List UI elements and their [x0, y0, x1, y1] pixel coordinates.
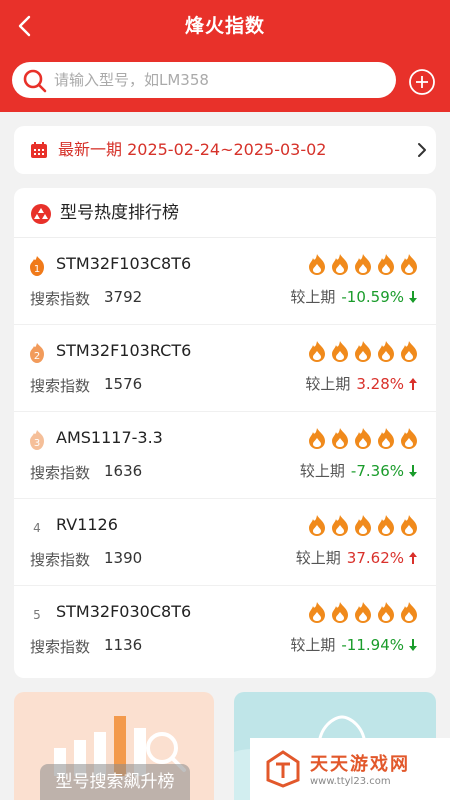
ranking-icon [31, 204, 51, 224]
compare-block: 较上期 -7.36% [300, 460, 418, 482]
heat-flames-icon [309, 602, 417, 623]
search-index-value: 1390 [104, 549, 143, 567]
arrow-down-icon [409, 639, 417, 651]
search-index-label: 搜索指数 [30, 464, 91, 482]
heat-flames-icon [309, 515, 417, 536]
search-icon [23, 69, 47, 93]
search-index-value: 1136 [104, 636, 143, 654]
rank-badge-bronze-icon: 3 [30, 430, 44, 450]
ranking-header: 型号热度排行榜 [14, 188, 436, 238]
ranking-item[interactable]: 5 STM32F030C8T6 搜索指数 1136 较上期 -11.94% [14, 586, 436, 673]
search-bar[interactable] [12, 62, 396, 98]
ranking-item[interactable]: 2 STM32F103RCT6 搜索指数 1576 较上期 3.28% [14, 325, 436, 412]
rank-number: 3 [34, 438, 40, 449]
search-index-value: 3792 [104, 288, 143, 306]
arrow-down-icon [409, 465, 417, 477]
rank-badge-silver-icon: 2 [30, 343, 44, 363]
change-value: 3.28% [356, 375, 404, 393]
rank-number: 2 [34, 351, 40, 362]
compare-block: 较上期 -11.94% [290, 634, 418, 656]
chevron-right-icon [418, 143, 426, 157]
ranking-item[interactable]: 3 AMS1117-3.3 搜索指数 1636 较上期 -7.36% [14, 412, 436, 499]
change-value: -11.94% [341, 636, 404, 654]
promo-label: 型号搜索飙升榜 [40, 764, 190, 800]
model-name: STM32F103C8T6 [56, 254, 192, 273]
arrow-down-icon [409, 291, 417, 303]
search-index-label: 搜索指数 [30, 551, 91, 569]
arrow-up-icon [409, 378, 417, 390]
search-index-value: 1636 [104, 462, 143, 480]
model-name: STM32F030C8T6 [56, 602, 192, 621]
rank-number: 1 [34, 264, 40, 275]
promo-card-search-surge[interactable]: 型号搜索飙升榜 [14, 692, 214, 800]
compare-block: 较上期 3.28% [305, 373, 418, 395]
model-name: STM32F103RCT6 [56, 341, 192, 360]
rank-badge-gold-icon: 1 [30, 256, 44, 276]
watermark-title: 天天游戏网 [310, 754, 410, 775]
compare-label: 较上期 [305, 375, 351, 393]
search-index-value: 1576 [104, 375, 143, 393]
change-value: 37.62% [346, 549, 404, 567]
heat-flames-icon [309, 428, 417, 449]
arrow-up-icon [409, 552, 417, 564]
change-value: -7.36% [350, 462, 404, 480]
period-text: 最新一期 2025-02-24~2025-03-02 [58, 140, 327, 159]
change-value: -10.59% [341, 288, 404, 306]
search-index-label: 搜索指数 [30, 290, 91, 308]
ranking-item[interactable]: 4 RV1126 搜索指数 1390 较上期 37.62% [14, 499, 436, 586]
model-name: AMS1117-3.3 [56, 428, 163, 447]
heat-flames-icon [309, 341, 417, 362]
heat-flames-icon [309, 254, 417, 275]
model-name: RV1126 [56, 515, 118, 534]
page-title: 烽火指数 [184, 15, 265, 37]
search-input[interactable] [54, 62, 384, 98]
period-selector[interactable]: 最新一期 2025-02-24~2025-03-02 [14, 126, 436, 174]
compare-label: 较上期 [290, 636, 336, 654]
compare-block: 较上期 -10.59% [290, 286, 418, 308]
ranking-title: 型号热度排行榜 [60, 203, 179, 223]
calendar-icon [31, 142, 47, 158]
watermark-logo-icon [266, 750, 300, 788]
app-header: 烽火指数 [0, 0, 450, 112]
search-index-label: 搜索指数 [30, 377, 91, 395]
ranking-card: 型号热度排行榜 1 STM32F103C8T6 搜索指数 3792 较上期 -1… [14, 188, 436, 678]
rank-number: 5 [33, 608, 41, 622]
rank-number-icon: 4 [33, 521, 41, 535]
compare-block: 较上期 37.62% [296, 547, 418, 569]
watermark-url: www.ttyl23.com [310, 776, 391, 787]
add-circle-icon[interactable] [408, 68, 436, 96]
ranking-item[interactable]: 1 STM32F103C8T6 搜索指数 3792 较上期 -10.59% [14, 238, 436, 325]
compare-label: 较上期 [290, 288, 336, 306]
compare-label: 较上期 [299, 462, 345, 480]
rank-number-icon: 5 [33, 608, 41, 622]
search-index-label: 搜索指数 [30, 638, 91, 656]
rank-number: 4 [33, 521, 41, 535]
compare-label: 较上期 [295, 549, 341, 567]
site-watermark: 天天游戏网 www.ttyl23.com [250, 738, 450, 800]
